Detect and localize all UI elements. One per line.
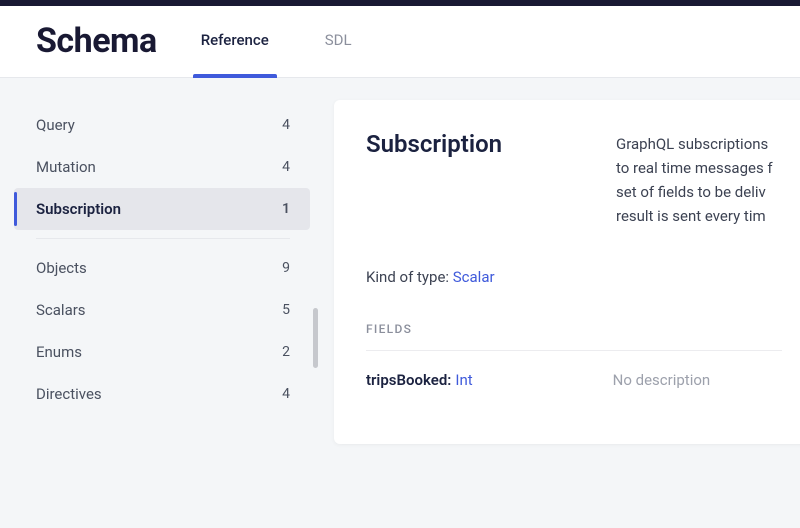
tab-reference[interactable]: Reference bbox=[193, 6, 277, 77]
header-tabs: Reference SDL bbox=[193, 6, 400, 77]
type-header: Subscription GraphQL subscriptions to re… bbox=[366, 130, 800, 228]
field-type-link[interactable]: Int bbox=[455, 371, 472, 389]
sidebar-item-count: 9 bbox=[282, 260, 290, 276]
type-list-sidebar: Query 4 Mutation 4 Subscription 1 Object… bbox=[0, 78, 320, 528]
sidebar-item-label: Enums bbox=[36, 343, 82, 361]
scrollbar-thumb[interactable] bbox=[313, 308, 318, 368]
fields-section-label: FIELDS bbox=[366, 322, 800, 336]
sidebar-item-label: Subscription bbox=[36, 200, 121, 218]
desc-line: to real time messages f bbox=[616, 156, 773, 180]
tab-label: SDL bbox=[325, 31, 352, 49]
kind-of-type-row: Kind of type: Scalar bbox=[366, 268, 800, 286]
fields-divider bbox=[366, 350, 782, 351]
type-detail-card: Subscription GraphQL subscriptions to re… bbox=[334, 100, 800, 444]
sidebar-item-count: 4 bbox=[282, 159, 290, 175]
sidebar-item-mutation[interactable]: Mutation 4 bbox=[14, 146, 310, 188]
page-body: Query 4 Mutation 4 Subscription 1 Object… bbox=[0, 78, 800, 528]
sidebar-item-query[interactable]: Query 4 bbox=[14, 104, 310, 146]
desc-line: result is sent every tim bbox=[616, 204, 773, 228]
tab-label: Reference bbox=[201, 31, 269, 49]
field-row: tripsBooked: Int No description bbox=[366, 371, 800, 389]
sidebar-item-label: Query bbox=[36, 116, 75, 134]
sidebar-item-scalars[interactable]: Scalars 5 bbox=[14, 289, 310, 331]
kind-value-link[interactable]: Scalar bbox=[453, 268, 495, 286]
sidebar-item-label: Directives bbox=[36, 385, 102, 403]
field-name[interactable]: tripsBooked bbox=[366, 371, 447, 389]
sidebar-item-objects[interactable]: Objects 9 bbox=[14, 247, 310, 289]
sidebar-item-count: 5 bbox=[282, 302, 290, 318]
sidebar-item-directives[interactable]: Directives 4 bbox=[14, 373, 310, 415]
desc-line: set of fields to be deliv bbox=[616, 180, 773, 204]
page-header: Schema Reference SDL bbox=[0, 6, 800, 78]
sidebar-item-count: 4 bbox=[282, 386, 290, 402]
sidebar-item-label: Objects bbox=[36, 259, 87, 277]
sidebar-item-count: 2 bbox=[282, 344, 290, 360]
page-title: Schema bbox=[36, 21, 157, 61]
tab-sdl[interactable]: SDL bbox=[317, 6, 360, 77]
kind-label: Kind of type: bbox=[366, 268, 449, 286]
sidebar-item-enums[interactable]: Enums 2 bbox=[14, 331, 310, 373]
field-description: No description bbox=[613, 371, 711, 389]
sidebar-item-count: 4 bbox=[282, 117, 290, 133]
field-colon: : bbox=[447, 371, 451, 389]
desc-line: GraphQL subscriptions bbox=[616, 132, 773, 156]
sidebar-item-label: Mutation bbox=[36, 158, 96, 176]
type-title: Subscription bbox=[366, 130, 616, 158]
sidebar-item-subscription[interactable]: Subscription 1 bbox=[14, 188, 310, 230]
type-description: GraphQL subscriptions to real time messa… bbox=[616, 130, 773, 228]
sidebar-divider bbox=[36, 238, 290, 239]
sidebar-item-label: Scalars bbox=[36, 301, 86, 319]
detail-pane: Subscription GraphQL subscriptions to re… bbox=[320, 78, 800, 528]
sidebar-item-count: 1 bbox=[282, 201, 290, 217]
